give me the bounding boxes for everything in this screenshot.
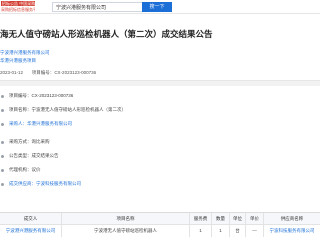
- detail-row[interactable]: 采购人：华港兴港服务有限公司: [0, 120, 200, 128]
- detail-row: 代理机构：议价: [0, 166, 200, 174]
- source-link[interactable]: 华港兴港服务项目: [0, 58, 36, 64]
- column-header: 单价: [246, 213, 264, 224]
- column-header: 数量: [212, 213, 230, 224]
- table-header: 成交人 项目名称 服务费 数量 单位 单价 供应商名称: [0, 213, 320, 225]
- site-logo[interactable]: 招标公告 中国采购与招标网 采购招标信息服务平台: [0, 1, 36, 12]
- detail-row: 采购方式：询比采购: [0, 138, 200, 146]
- publish-date: 2023-01-12: [0, 70, 24, 75]
- detail-link[interactable]: 成交供应商：宁波科技服务有限公司: [9, 180, 81, 188]
- detail-link[interactable]: 采购人：华港兴港服务有限公司: [9, 120, 72, 128]
- page-title: 海无人值守磅站人形巡检机器人（第二次）成交结果公告: [0, 29, 213, 39]
- table-cell: —: [246, 225, 264, 237]
- bullet-icon: [1, 122, 4, 126]
- project-number: CX-2023123-000736: [54, 70, 97, 75]
- table-row: 宁波港兴港服务有限公司 宁波港无人值守磅站巡检机器人 1 1 台 — 宁波科技服…: [0, 225, 320, 237]
- logo-text-bottom: 采购招标信息服务平台: [1, 7, 35, 12]
- notice-meta-row: 2023-01-12 项目编号：CX-2023123-000736: [0, 70, 160, 76]
- top-header: 招标公告 中国采购与招标网 采购招标信息服务平台 搜一下: [0, 0, 320, 14]
- table-cell: 台: [230, 225, 246, 237]
- column-header: 单位: [230, 213, 246, 224]
- table-cell: 1: [212, 225, 230, 237]
- detail-row: 公告类型：成交结果公告: [0, 152, 200, 160]
- detail-text: 采购方式：询比采购: [9, 139, 50, 144]
- bullet-icon: [1, 168, 4, 172]
- logo-text-top: 招标公告 中国采购与招标网: [1, 1, 35, 6]
- bullet-icon: [1, 140, 4, 144]
- bullet-icon: [1, 182, 4, 186]
- detail-row[interactable]: 成交供应商：宁波科技服务有限公司: [0, 180, 200, 188]
- table-cell: 1: [190, 225, 212, 237]
- detail-row: 项目编号：CX-2023123-000736: [0, 92, 200, 100]
- result-table: 成交人 项目名称 服务费 数量 单位 单价 供应商名称 宁波港兴港服务有限公司 …: [0, 212, 320, 240]
- project-number-label: 项目编号：: [31, 70, 55, 75]
- section-divider: [0, 80, 320, 86]
- org-link[interactable]: 宁波港兴港服务有限公司: [0, 50, 50, 56]
- column-header: 项目名称: [62, 213, 190, 224]
- detail-text: 项目名称：宁波港无人值守磅站人形巡检机器人（第二次）: [9, 107, 126, 112]
- table-cell[interactable]: 宁波科技服务有限公司: [264, 225, 320, 237]
- bullet-icon: [1, 154, 4, 158]
- bullet-icon: [1, 108, 4, 112]
- detail-text: 代理机构：议价: [9, 167, 41, 172]
- column-header: 服务费: [190, 213, 212, 224]
- table-cell: 宁波港无人值守磅站巡检机器人: [62, 225, 190, 237]
- table-cell[interactable]: 宁波港兴港服务有限公司: [0, 225, 62, 237]
- detail-text: 项目编号：CX-2023123-000736: [9, 93, 74, 98]
- bullet-icon: [1, 94, 4, 98]
- search-button[interactable]: 搜一下: [142, 2, 172, 12]
- detail-row: 项目名称：宁波港无人值守磅站人形巡检机器人（第二次）: [0, 106, 200, 114]
- column-header: 成交人: [0, 213, 62, 224]
- detail-text: 公告类型：成交结果公告: [9, 153, 59, 158]
- column-header: 供应商名称: [280, 216, 304, 221]
- search-input[interactable]: [52, 2, 142, 12]
